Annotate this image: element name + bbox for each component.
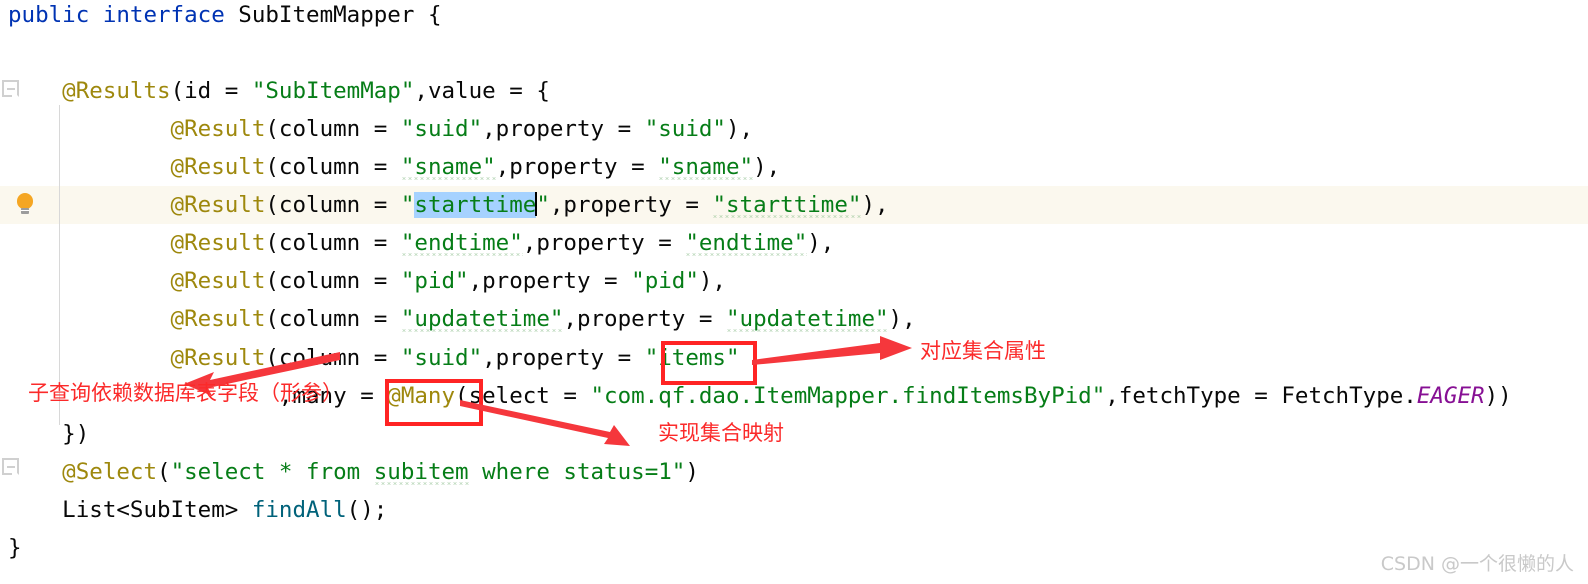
code-token: )) [1484, 383, 1512, 409]
annotation-column-note: 子查询依赖数据库表字段（形参） [28, 381, 343, 405]
code-line-current[interactable]: @Result(column = "starttime",property = … [8, 186, 889, 224]
code-line[interactable]: public interface SubItemMapper { [8, 0, 442, 34]
code-token: interface [102, 2, 239, 28]
code-token: @Result [8, 268, 266, 294]
code-token: where status=1" [468, 459, 686, 485]
arrow-items-to-note [752, 336, 912, 365]
code-token: "SubItemMap" [251, 78, 415, 104]
code-token: @Result [8, 154, 266, 180]
screenshot-root: public interface SubItemMapper { @Result… [0, 0, 1588, 584]
code-token: List<SubItem> [8, 497, 252, 523]
code-line[interactable]: @Result(column = "endtime",property = "e… [8, 224, 834, 262]
code-token: "items" [644, 345, 740, 371]
code-token: "sname" [400, 154, 496, 180]
code-token: SubItemMapper { [238, 2, 442, 28]
code-token: "suid" [644, 116, 726, 142]
code-line[interactable]: @Result(column = "updatetime",property =… [8, 300, 916, 338]
code-token: @Select [8, 459, 158, 485]
code-token: (column = [265, 154, 401, 180]
code-token: "starttime" [712, 192, 862, 218]
code-token: } [8, 535, 22, 561]
code-token: "select * from [170, 459, 374, 485]
code-token: "updatetime" [725, 306, 889, 332]
code-token: starttime [414, 192, 537, 218]
code-token: public [8, 2, 103, 28]
code-token: "endtime" [400, 230, 523, 256]
code-token: ( [157, 459, 171, 485]
code-token: findAll [251, 497, 347, 523]
code-line[interactable]: @Result(column = "sname",property = "sna… [8, 148, 780, 186]
code-token: "endtime" [685, 230, 808, 256]
code-token: (column = [265, 306, 401, 332]
code-token: ,property = [549, 192, 713, 218]
code-token: ), [725, 116, 754, 142]
code-line[interactable]: @Result(column = "suid",property = "item… [8, 339, 740, 377]
code-token: (); [346, 497, 388, 523]
code-token: @Result [8, 306, 266, 332]
code-token: ), [888, 306, 916, 332]
code-token: (column = [265, 268, 401, 294]
annotation-many-note: 实现集合映射 [658, 421, 784, 445]
code-line[interactable]: } [8, 529, 22, 567]
code-token: ), [807, 230, 835, 256]
code-token: ,property = [482, 116, 645, 142]
code-token: ,property = [495, 154, 659, 180]
code-line[interactable]: }) [8, 415, 89, 453]
code-token: " [400, 192, 415, 218]
code-token: ,property = [563, 306, 726, 332]
code-token: }) [8, 421, 90, 447]
arrow-many-to-note [460, 400, 630, 446]
code-token: ), [861, 192, 889, 218]
code-token: @Result [8, 192, 266, 218]
code-token: ,property = [522, 230, 686, 256]
code-token: ,property = [468, 268, 632, 294]
code-token: "suid" [400, 116, 483, 142]
code-line[interactable]: @Result(column = "suid",property = "suid… [8, 110, 754, 148]
csdn-watermark: CSDN @一个很懒的人 [1380, 553, 1574, 575]
code-token: ,fetchType = FetchType. [1105, 383, 1417, 409]
code-token: "updatetime" [400, 306, 564, 332]
code-token: ), [698, 268, 726, 294]
code-token: EAGER [1416, 383, 1485, 409]
code-token: "sname" [658, 154, 754, 180]
code-token: "com.qf.dao.ItemMapper.findItemsByPid" [590, 383, 1106, 409]
code-token: (column = [265, 192, 401, 218]
code-token: (column = [265, 230, 401, 256]
code-token: "pid" [631, 268, 699, 294]
code-token: @Results [8, 78, 171, 104]
code-token: "pid" [400, 268, 469, 294]
code-line[interactable]: @Results(id = "SubItemMap",value = { [8, 72, 550, 110]
code-token: ,value = { [414, 78, 550, 104]
annotation-items-note: 对应集合属性 [920, 339, 1046, 363]
code-line[interactable]: @Result(column = "pid",property = "pid")… [8, 262, 726, 300]
code-token: @Result [8, 116, 266, 142]
code-line[interactable]: List<SubItem> findAll(); [8, 491, 387, 529]
code-token: "suid" [400, 345, 483, 371]
code-token: ) [685, 459, 699, 485]
code-token: @Result [8, 230, 266, 256]
code-token: subitem [373, 459, 469, 485]
code-token: ), [753, 154, 781, 180]
code-token: @Many [387, 383, 456, 409]
code-token: (id = [170, 78, 252, 104]
code-token: " [536, 192, 550, 218]
code-token: ,property = [482, 345, 645, 371]
code-line[interactable]: @Select("select * from subitem where sta… [8, 453, 699, 491]
code-token: (column = [265, 116, 401, 142]
